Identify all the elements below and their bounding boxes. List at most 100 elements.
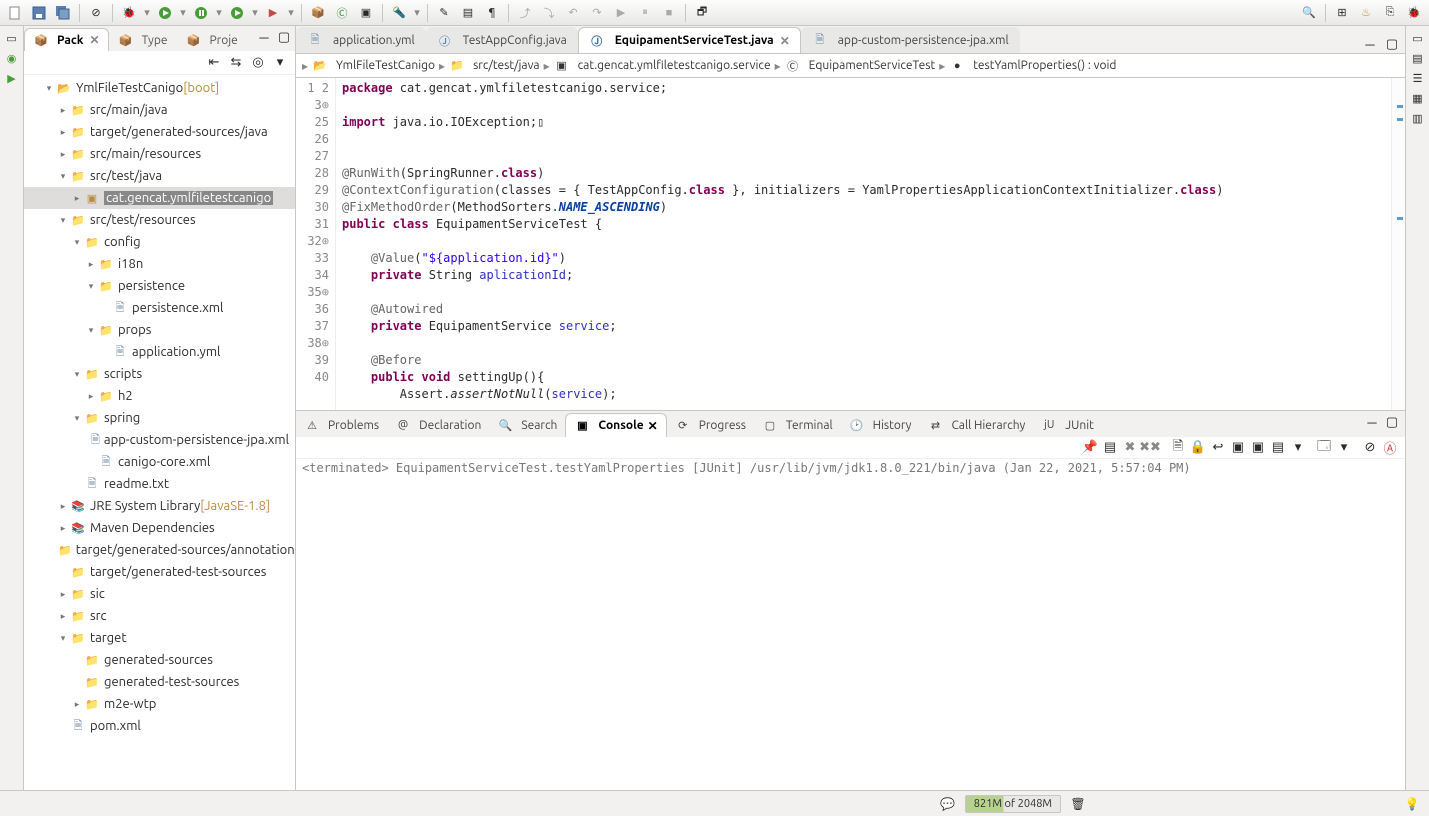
focus-icon[interactable]: ◎ xyxy=(249,54,267,72)
team-perspective-icon[interactable]: ⎘ xyxy=(1379,2,1401,24)
chevron-down-icon[interactable]: ▾ xyxy=(412,2,422,24)
code-area[interactable]: package cat.gencat.ymlfiletestcanigo.ser… xyxy=(336,78,1391,410)
expand-icon[interactable]: ▾ xyxy=(56,215,70,226)
expand-icon[interactable]: ▸ xyxy=(56,523,70,534)
expand-icon[interactable]: ▸ xyxy=(56,105,70,116)
debug-icon[interactable]: 🐞 xyxy=(118,2,140,24)
tree-node[interactable]: ▸ 📁 src/main/resources xyxy=(24,143,295,165)
expand-icon[interactable]: ▸ xyxy=(70,699,84,710)
maximize-icon[interactable]: ▢ xyxy=(1383,35,1401,53)
java-perspective-icon[interactable]: ♨ xyxy=(1355,2,1377,24)
breadcrumb-item[interactable]: 📁 src/test/java xyxy=(449,58,540,74)
expand-icon[interactable]: ▾ xyxy=(84,325,98,336)
stop-icon[interactable]: ⊘ xyxy=(1361,439,1379,457)
expand-icon[interactable]: ▸ xyxy=(56,501,70,512)
tree-node[interactable]: 🗎 readme.txt xyxy=(24,473,295,495)
remove-all-icon[interactable]: ✖✖ xyxy=(1141,439,1159,457)
ansi-colors-icon[interactable]: Ⓐ xyxy=(1381,439,1399,457)
tree-node[interactable]: 📁 target/generated-sources/annotations xyxy=(24,539,295,561)
expand-icon[interactable]: ▾ xyxy=(70,413,84,424)
breadcrumb-item[interactable]: 📂 YmlFileTestCanigo xyxy=(312,58,435,74)
editor-tab[interactable]: 🗎 application.yml xyxy=(296,27,426,53)
maximize-icon[interactable]: ▢ xyxy=(275,28,293,46)
view-tab-console[interactable]: ▣ Console ✕ xyxy=(565,413,666,437)
word-wrap-icon[interactable]: ↩ xyxy=(1209,439,1227,457)
expand-icon[interactable] xyxy=(70,655,84,665)
save-all-icon[interactable] xyxy=(52,2,74,24)
editor-tab[interactable]: 🗎 app-custom-persistence-jpa.xml xyxy=(801,27,1020,53)
tree-node[interactable]: 📁 generated-test-sources xyxy=(24,671,295,693)
restore-icon[interactable]: ▭ xyxy=(4,30,20,46)
chevron-down-icon[interactable]: ▾ xyxy=(250,2,260,24)
tree-node[interactable]: ▾ 📁 spring xyxy=(24,407,295,429)
remove-launch-icon[interactable]: ✖ xyxy=(1121,439,1139,457)
tree-node[interactable]: ▾ 📂 YmlFileTestCanigo [boot] xyxy=(24,77,295,99)
expand-icon[interactable] xyxy=(84,435,91,445)
tree-node[interactable]: ▸ ▣ cat.gencat.ymlfiletestcanigo xyxy=(24,187,295,209)
tree-node[interactable]: ▾ 📁 persistence xyxy=(24,275,295,297)
pin-console-icon[interactable]: 📌 xyxy=(1081,439,1099,457)
relaunch-icon[interactable]: 🗗 xyxy=(691,2,713,24)
heap-status[interactable]: 821M of 2048M xyxy=(965,795,1061,813)
expand-icon[interactable]: ▾ xyxy=(56,171,70,182)
open-console-icon[interactable]: ▣ xyxy=(1249,439,1267,457)
close-icon[interactable]: ✕ xyxy=(90,33,100,47)
expand-icon[interactable] xyxy=(98,303,112,313)
expand-icon[interactable]: ▾ xyxy=(70,237,84,248)
markers-trim-icon[interactable]: ▥ xyxy=(1410,110,1426,126)
minimize-icon[interactable]: ─ xyxy=(1361,35,1379,53)
expand-icon[interactable]: ▸ xyxy=(56,149,70,160)
tree-node[interactable]: 🗎 app-custom-persistence-jpa.xml xyxy=(24,429,295,451)
toggle-block-icon[interactable]: ▤ xyxy=(457,2,479,24)
tree-node[interactable]: 📁 target/generated-test-sources xyxy=(24,561,295,583)
tree-node[interactable]: 📁 generated-sources xyxy=(24,649,295,671)
view-tab-search[interactable]: 🔍 Search xyxy=(489,413,565,437)
suspend-icon[interactable]: ⏸ xyxy=(634,2,656,24)
expand-icon[interactable]: ▸ xyxy=(70,193,84,204)
resume-icon[interactable]: ▶ xyxy=(610,2,632,24)
save-icon[interactable] xyxy=(28,2,50,24)
source-editor[interactable]: 1 2 3⊕ 25 26 27 28 29 30 31 32⊕ 33 34 35… xyxy=(296,78,1405,410)
tree-node[interactable]: ▸ 📚 JRE System Library [JavaSE-1.8] xyxy=(24,495,295,517)
run-icon[interactable] xyxy=(154,2,176,24)
expand-icon[interactable] xyxy=(70,677,84,687)
breadcrumb-item[interactable]: Ⓒ EquipamentServiceTest xyxy=(785,58,936,74)
gc-icon[interactable]: 🗑 xyxy=(1069,795,1087,813)
expand-icon[interactable] xyxy=(56,567,70,577)
show-console-icon[interactable]: ▣ xyxy=(1229,439,1247,457)
servers-trim-icon[interactable]: ◉ xyxy=(4,50,20,66)
chevron-down-icon[interactable]: ▾ xyxy=(178,2,188,24)
expand-icon[interactable] xyxy=(70,479,84,489)
debug-perspective-icon[interactable]: 🐞 xyxy=(1403,2,1425,24)
project-tree[interactable]: ▾ 📂 YmlFileTestCanigo [boot] ▸ 📁 src/mai… xyxy=(24,75,295,790)
open-perspective-icon[interactable]: ⊞ xyxy=(1331,2,1353,24)
tree-node[interactable]: ▾ 📁 props xyxy=(24,319,295,341)
maximize-icon[interactable]: ▢ xyxy=(1383,413,1401,431)
tree-node[interactable]: ▾ 📁 target xyxy=(24,627,295,649)
view-tab-terminal[interactable]: ▢ Terminal xyxy=(754,413,841,437)
clear-console-icon[interactable]: 🗎 xyxy=(1169,439,1187,457)
view-menu-icon[interactable]: ▾ xyxy=(271,54,289,72)
display-selected-icon[interactable]: ▤ xyxy=(1101,439,1119,457)
terminate-icon[interactable]: ■ xyxy=(658,2,680,24)
tree-node[interactable]: ▾ 📁 src/test/java xyxy=(24,165,295,187)
chevron-down-icon[interactable]: ▾ xyxy=(142,2,152,24)
run-last-icon[interactable] xyxy=(226,2,248,24)
tree-node[interactable]: ▾ 📁 src/test/resources xyxy=(24,209,295,231)
view-tab-declaration[interactable]: @ Declaration xyxy=(387,413,489,437)
tree-node[interactable]: ▸ 📁 h2 xyxy=(24,385,295,407)
step-return-icon[interactable]: ⤴ xyxy=(514,2,536,24)
restore-icon[interactable]: ▭ xyxy=(1410,30,1426,46)
expand-icon[interactable]: ▸ xyxy=(56,127,70,138)
editor-tab[interactable]: Ⓙ EquipamentServiceTest.java ✕ xyxy=(578,27,801,53)
close-icon[interactable]: ✕ xyxy=(648,419,658,433)
tree-node[interactable]: ▸ 📁 sic xyxy=(24,583,295,605)
expand-icon[interactable]: ▸ xyxy=(56,611,70,622)
tree-node[interactable]: ▸ 📁 target/generated-sources/java xyxy=(24,121,295,143)
scroll-lock-icon[interactable]: 🔒 xyxy=(1189,439,1207,457)
chevron-down-icon[interactable]: ▾ xyxy=(286,2,296,24)
new-package-icon[interactable]: 📦 xyxy=(307,2,329,24)
tree-node[interactable]: ▾ 📁 scripts xyxy=(24,363,295,385)
breadcrumb-item[interactable]: ▣ cat.gencat.ymlfiletestcanigo.service xyxy=(554,58,771,74)
minimap-trim-icon[interactable]: ▦ xyxy=(1410,90,1426,106)
